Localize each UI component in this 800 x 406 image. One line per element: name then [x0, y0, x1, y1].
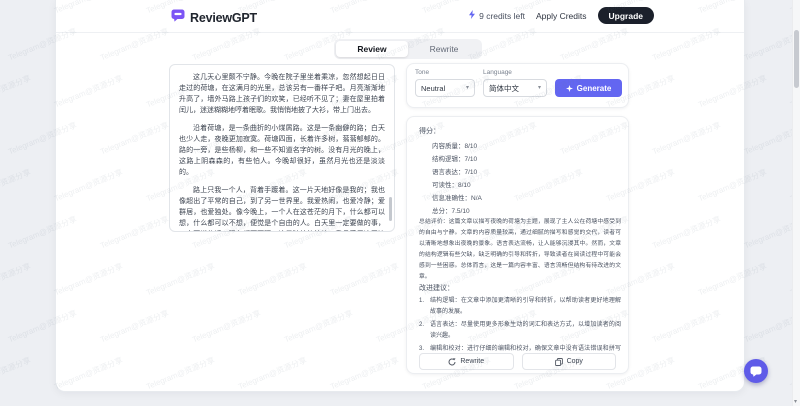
sparkle-icon	[565, 84, 573, 92]
suggestion-item: 2. 语言表达：尽量使用更多形象生动的词汇和表达方式，以增加读者的阅读兴趣。	[419, 320, 621, 341]
watermark-text: Telegram@资源分享	[0, 261, 33, 298]
watermark-text: Telegram@资源分享	[0, 73, 33, 110]
language-value: 简体中文	[489, 83, 519, 93]
tab-review[interactable]: Review	[336, 41, 408, 57]
brand: ReviewGPT	[171, 9, 257, 27]
chat-bubble-icon	[750, 366, 762, 377]
score-row: 信息准确性：N/A	[432, 195, 482, 202]
chat-fab-button[interactable]	[744, 359, 768, 383]
essay-paragraph: 路上只我一个人，背着手踱着。这一片天地好像是我的；我也像超出了平常的自己，到了另…	[179, 187, 385, 227]
essay-textarea[interactable]: 这几天心里颇不宁静。今晚在院子里坐着乘凉，忽然想起日日走过的荷塘，在这满月的光里…	[169, 64, 395, 232]
app-surface: ReviewGPT 9 credits left Apply Credits U…	[55, 0, 745, 392]
copy-icon	[554, 357, 563, 366]
score-row: 结构逻辑：7/10	[432, 156, 478, 163]
score-row: 内容质量：8/10	[432, 143, 478, 150]
generate-label: Generate	[576, 83, 612, 93]
controls-card: Tone Neutral ▾ Language 简体中文 ▾ Generate	[406, 63, 629, 108]
mode-tabs: Review Rewrite	[334, 39, 482, 59]
apply-credits-link[interactable]: Apply Credits	[536, 11, 587, 21]
score-row: 可读性：8/10	[432, 182, 471, 189]
watermark-text: Telegram@资源分享	[0, 0, 32, 16]
chevron-down-icon: ▾	[537, 85, 541, 91]
rewrite-button[interactable]: Rewrite	[419, 353, 514, 370]
suggestions-heading: 改进建议：	[419, 285, 454, 292]
upgrade-button[interactable]: Upgrade	[597, 7, 654, 24]
copy-button[interactable]: Copy	[521, 353, 616, 370]
suggestion-text: 语言表达：尽量使用更多形象生动的词汇和表达方式，以增加读者的阅读兴趣。	[430, 322, 621, 339]
essay-paragraph: 沿着荷塘，是一条曲折的小煤屑路。这是一条幽僻的路；白天也少人走，夜晚更加寂寞。荷…	[179, 125, 385, 176]
page-scrollbar-thumb[interactable]	[794, 30, 799, 88]
tone-select[interactable]: Neutral ▾	[415, 79, 475, 97]
suggestion-text: 结构逻辑：在文章中添加更清晰的引导和转折，以帮助读者更好地理解故事的发展。	[430, 298, 621, 315]
language-select[interactable]: 简体中文 ▾	[483, 79, 547, 97]
result-actions: Rewrite Copy	[419, 353, 616, 370]
app-root: Telegram@资源分享 Telegram@资源分享 Telegram@资源分享 T…	[0, 0, 800, 406]
essay-paragraph: 这几天心里颇不宁静。今晚在院子里坐着乘凉，忽然想起日日走过的荷塘，在这满月的光里…	[179, 74, 385, 114]
score-list: 内容质量：8/10 结构逻辑：7/10 语言表达：7/10 可读性：8/10 信…	[432, 140, 482, 218]
credits-left: 9 credits left	[468, 10, 525, 21]
brand-name: ReviewGPT	[190, 11, 257, 25]
tone-label: Tone	[415, 69, 430, 76]
tab-rewrite[interactable]: Rewrite	[408, 41, 480, 57]
header: ReviewGPT 9 credits left Apply Credits U…	[56, 0, 744, 33]
watermark-text: Telegram@资源分享	[0, 167, 33, 204]
page-scrollbar[interactable]: ▾	[792, 0, 800, 406]
header-right: 9 credits left Apply Credits Upgrade	[468, 7, 654, 24]
rewrite-icon	[448, 357, 456, 366]
tone-value: Neutral	[421, 83, 446, 93]
suggestion-item: 1. 结构逻辑：在文章中添加更清晰的引导和转折，以帮助读者更好地理解故事的发展。	[419, 296, 621, 317]
score-heading: 得分：	[419, 128, 440, 135]
summary-text: 总结评价：这篇文章以描写夜晚的荷塘为主题，展现了主人公在荷塘中感受到的自由与宁静…	[419, 219, 621, 280]
rewrite-label: Rewrite	[460, 358, 485, 365]
watermark-text: Telegram@资源分享	[0, 355, 33, 392]
generate-button[interactable]: Generate	[555, 79, 622, 97]
suggestion-number: 1.	[419, 298, 425, 304]
suggestion-number: 2.	[419, 322, 425, 328]
score-row: 语言表达：7/10	[432, 169, 478, 176]
credits-bolt-icon	[468, 10, 476, 21]
results-card: 得分： 内容质量：8/10 结构逻辑：7/10 语言表达：7/10 可读性：8/…	[406, 116, 629, 374]
scrollbar-down-arrow-icon[interactable]: ▾	[794, 398, 797, 405]
chevron-down-icon: ▾	[465, 85, 469, 91]
copy-label: Copy	[566, 358, 583, 365]
editor-scrollbar-thumb[interactable]	[389, 197, 392, 221]
brand-logo-icon	[171, 9, 185, 27]
credits-text: 9 credits left	[479, 10, 525, 21]
language-label: Language	[483, 69, 512, 76]
